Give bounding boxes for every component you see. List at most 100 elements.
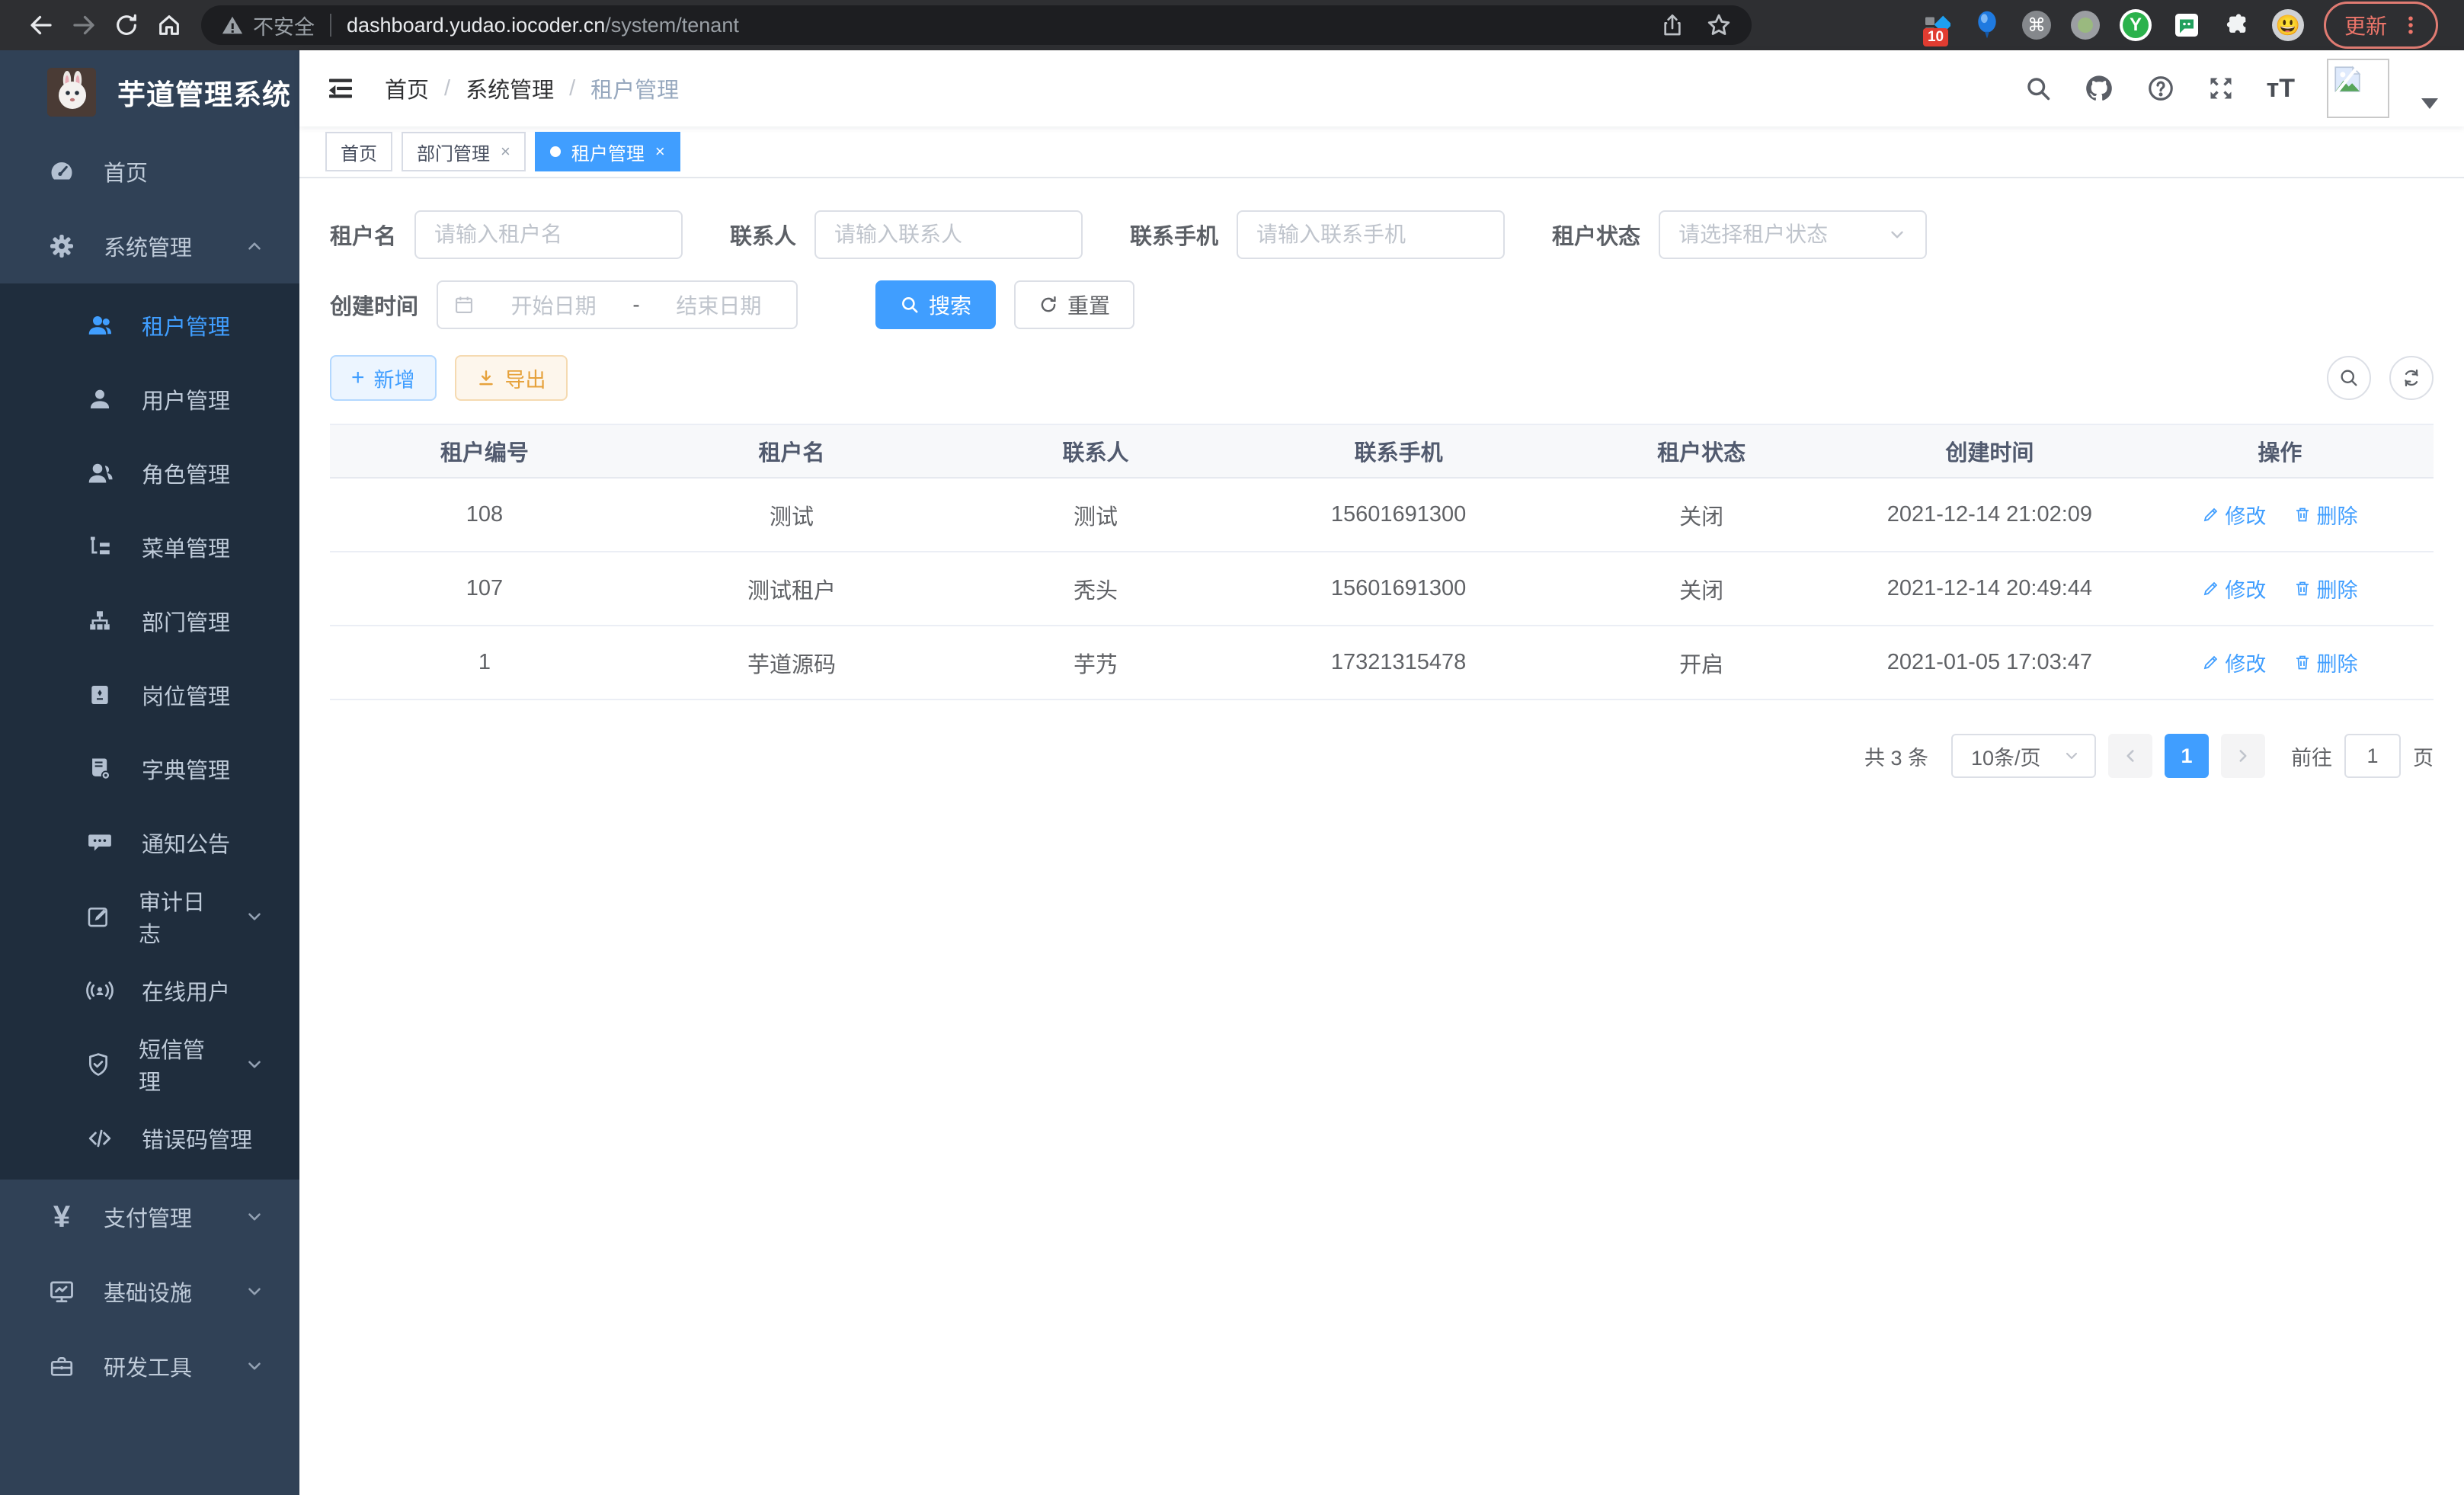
delete-link[interactable]: 删除: [2293, 500, 2357, 530]
sidebar-item-tenant[interactable]: 租户管理: [0, 288, 299, 362]
sidebar-item-label: 审计日志: [139, 885, 217, 949]
search-icon[interactable]: [2024, 75, 2052, 102]
sidebar-item-notice[interactable]: 通知公告: [0, 805, 299, 879]
sidebar-item-departments[interactable]: 部门管理: [0, 584, 299, 658]
calendar-icon: [453, 294, 475, 315]
create-time-range-picker[interactable]: 开始日期 - 结束日期: [437, 280, 798, 329]
hide-search-button[interactable]: [2327, 356, 2371, 400]
sidebar-item-system[interactable]: 系统管理: [0, 209, 299, 283]
mobile-input[interactable]: [1256, 222, 1485, 247]
contact-input-wrap: [814, 210, 1083, 259]
cell-mobile: 15601691300: [1247, 478, 1550, 552]
prev-page-button[interactable]: [2108, 734, 2152, 778]
goto-page-input[interactable]: [2344, 734, 2401, 778]
edit-log-icon: [85, 904, 111, 930]
sidebar-item-infrastructure[interactable]: 基础设施: [0, 1254, 299, 1329]
edit-link[interactable]: 修改: [2202, 574, 2266, 603]
extension-recorder-icon[interactable]: [2071, 11, 2100, 40]
cell-contact: 测试: [944, 478, 1247, 552]
next-page-button[interactable]: [2221, 734, 2265, 778]
sidebar-item-home[interactable]: 首页: [0, 134, 299, 209]
sidebar-item-posts[interactable]: 岗位管理: [0, 658, 299, 731]
reset-button[interactable]: 重置: [1014, 280, 1134, 329]
sidebar-item-error-code[interactable]: 错误码管理: [0, 1101, 299, 1175]
help-icon[interactable]: [2146, 74, 2175, 103]
search-button[interactable]: 搜索: [875, 280, 996, 329]
filter-label-status: 租户状态: [1552, 219, 1659, 251]
tenant-page: 租户名 联系人 联系手机: [299, 178, 2464, 1495]
browser-back-icon[interactable]: [20, 4, 62, 46]
filter-label-create-time: 创建时间: [330, 289, 437, 321]
delete-link[interactable]: 删除: [2293, 574, 2357, 603]
chevron-down-icon: [245, 907, 264, 927]
status-select[interactable]: [1659, 210, 1927, 259]
sidebar-item-label: 部门管理: [142, 605, 230, 637]
export-button[interactable]: 导出: [455, 355, 568, 401]
edit-icon: [2202, 505, 2220, 523]
sidebar-item-label: 字典管理: [142, 753, 230, 785]
col-status: 租户状态: [1550, 424, 1853, 478]
browser-update-button[interactable]: 更新: [2324, 2, 2438, 49]
filter-label-mobile: 联系手机: [1130, 219, 1237, 251]
bookmark-star-icon[interactable]: [1706, 12, 1732, 38]
delete-link[interactable]: 删除: [2293, 648, 2357, 677]
extensions-puzzle-icon[interactable]: [2222, 10, 2252, 40]
page-number-1[interactable]: 1: [2165, 734, 2209, 778]
sidebar-item-dict[interactable]: 字典管理: [0, 731, 299, 805]
edit-link[interactable]: 修改: [2202, 648, 2266, 677]
sidebar-logo-row[interactable]: 芋道管理系统: [0, 50, 299, 134]
extension-kami-icon[interactable]: 10: [1922, 10, 1952, 40]
dashboard-icon: [47, 158, 76, 185]
browser-reload-icon[interactable]: [105, 4, 148, 46]
tab-home[interactable]: 首页: [325, 132, 392, 171]
sidebar-item-menus[interactable]: 菜单管理: [0, 510, 299, 584]
close-icon[interactable]: ×: [501, 142, 510, 162]
security-label: 不安全: [253, 11, 315, 40]
extension-command-icon[interactable]: ⌘: [2022, 11, 2051, 40]
avatar-dropdown-caret[interactable]: [2421, 98, 2438, 109]
refresh-table-button[interactable]: [2389, 356, 2434, 400]
github-icon[interactable]: [2084, 73, 2114, 104]
extension-balloon-icon[interactable]: [1972, 10, 2002, 40]
extension-chat-icon[interactable]: [2171, 10, 2202, 40]
sidebar-item-label: 菜单管理: [142, 531, 230, 563]
user-avatar[interactable]: [2327, 59, 2389, 118]
toolbox-icon: [47, 1353, 76, 1379]
search-icon: [900, 295, 920, 315]
tab-dept[interactable]: 部门管理 ×: [402, 132, 526, 171]
tenant-name-input[interactable]: [434, 222, 663, 247]
sidebar-item-roles[interactable]: 角色管理: [0, 436, 299, 510]
col-contact: 联系人: [944, 424, 1247, 478]
close-icon[interactable]: ×: [655, 142, 665, 162]
edit-link[interactable]: 修改: [2202, 500, 2266, 530]
chevron-down-icon: [245, 1207, 264, 1227]
sidebar-item-payment[interactable]: ¥ 支付管理: [0, 1180, 299, 1254]
share-icon[interactable]: [1660, 13, 1685, 37]
sidebar-item-audit-log[interactable]: 审计日志: [0, 879, 299, 953]
contact-input[interactable]: [834, 222, 1063, 247]
fullscreen-icon[interactable]: [2207, 75, 2235, 102]
security-warning-icon[interactable]: [221, 14, 244, 37]
add-button[interactable]: + 新增: [330, 355, 437, 401]
sidebar-collapse-icon[interactable]: [325, 73, 356, 104]
breadcrumb-system[interactable]: 系统管理: [466, 72, 554, 104]
cell-tenant-name: 芋道源码: [639, 626, 944, 699]
cell-tenant-id: 108: [330, 478, 639, 552]
page-size-select[interactable]: 10条/页: [1951, 734, 2096, 778]
table-row: 1 芋道源码 芋艿 17321315478 开启 2021-01-05 17:0…: [330, 626, 2434, 699]
sidebar-item-sms[interactable]: 短信管理: [0, 1027, 299, 1101]
font-size-icon[interactable]: тT: [2267, 74, 2295, 104]
tab-tenant[interactable]: 租户管理 ×: [535, 132, 680, 171]
browser-home-icon[interactable]: [148, 4, 190, 46]
breadcrumb-home[interactable]: 首页: [385, 72, 429, 104]
status-select-input[interactable]: [1678, 222, 1887, 247]
extension-y-icon[interactable]: Y: [2120, 9, 2152, 41]
sidebar-item-users[interactable]: 用户管理: [0, 362, 299, 436]
app-title: 芋道管理系统: [117, 72, 291, 113]
pagination-total: 共 3 条: [1864, 741, 1928, 771]
profile-avatar[interactable]: 😃: [2272, 9, 2304, 41]
browser-forward-icon[interactable]: [62, 4, 105, 46]
address-bar[interactable]: 不安全 dashboard.yudao.iocoder.cn/system/te…: [201, 5, 1752, 45]
sidebar-item-online-users[interactable]: 在线用户: [0, 953, 299, 1027]
sidebar-item-dev-tools[interactable]: 研发工具: [0, 1329, 299, 1404]
